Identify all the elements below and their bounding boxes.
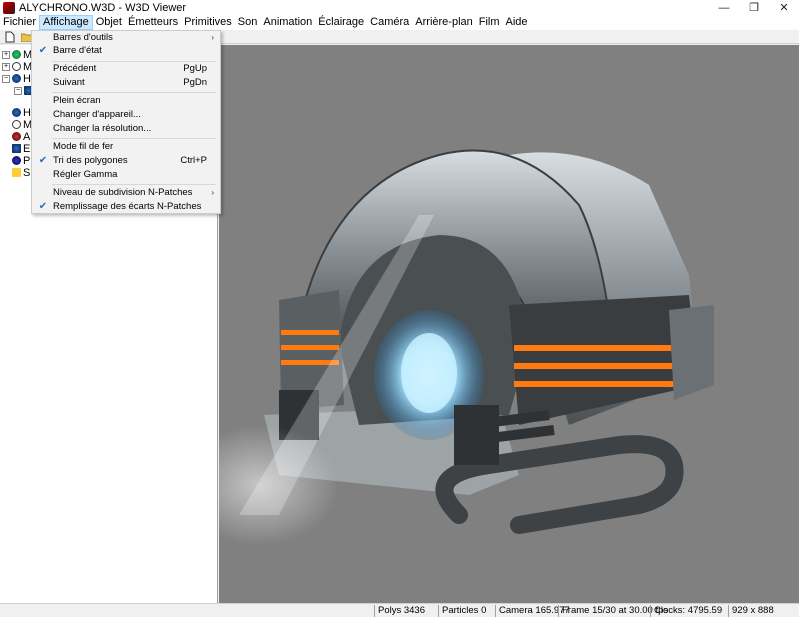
- menu-item-barre-etat[interactable]: ✔ Barre d'état: [32, 44, 220, 57]
- menu-item-label: Tri des polygones: [53, 155, 128, 166]
- menu-emetteurs[interactable]: Émetteurs: [125, 15, 181, 30]
- menu-item-label: Plein écran: [53, 95, 101, 106]
- expand-icon[interactable]: +: [2, 50, 10, 59]
- status-polys: Polys 3436: [374, 605, 440, 617]
- tree-item-label: P: [23, 154, 31, 167]
- checkmark-icon: ✔: [38, 45, 48, 56]
- menu-animation[interactable]: Animation: [260, 15, 315, 30]
- chrono-sphere-model: [219, 149, 714, 545]
- status-particles: Particles 0: [438, 605, 496, 617]
- menu-item-fil-de-fer[interactable]: Mode fil de fer: [32, 140, 220, 153]
- expand-icon[interactable]: +: [2, 62, 10, 71]
- menu-objet[interactable]: Objet: [93, 15, 125, 30]
- mesh-icon: [12, 50, 21, 59]
- menu-arriere-plan[interactable]: Arrière-plan: [412, 15, 475, 30]
- menu-son[interactable]: Son: [235, 15, 261, 30]
- collapse-icon[interactable]: −: [2, 74, 10, 83]
- title-bar: ALYCHRONO.W3D - W3D Viewer — ❐ ✕: [0, 0, 799, 15]
- minimize-button[interactable]: —: [709, 0, 739, 15]
- tree-item[interactable]: − H: [2, 72, 31, 85]
- menu-primitives[interactable]: Primitives: [181, 15, 235, 30]
- tree-item[interactable]: M: [12, 119, 32, 131]
- checkmark-icon: ✔: [38, 155, 48, 166]
- menu-item-label: Changer la résolution...: [53, 123, 152, 134]
- animation-icon: [12, 132, 21, 141]
- status-resolution: 929 x 888: [728, 605, 798, 617]
- tree-item-label: A: [23, 130, 31, 143]
- app-icon: [3, 1, 15, 14]
- hierarchy-icon: [12, 74, 21, 83]
- menu-item-label: Mode fil de fer: [53, 141, 114, 152]
- menu-item-niveau-subdivision[interactable]: Niveau de subdivision N-Patches ›: [32, 186, 220, 199]
- checkmark-icon: ✔: [38, 201, 48, 212]
- material-icon: [12, 62, 21, 71]
- shortcut-label: Ctrl+P: [180, 155, 207, 166]
- status-frame: Frame 15/30 at 30.00 fps: [558, 605, 668, 617]
- tree-item[interactable]: S: [12, 166, 31, 179]
- menu-separator: [52, 138, 216, 139]
- tree-item[interactable]: + M: [2, 49, 32, 61]
- submenu-arrow-icon: ›: [211, 188, 214, 197]
- menu-item-plein-ecran[interactable]: Plein écran: [32, 94, 220, 107]
- emitter-icon: [12, 144, 21, 153]
- menu-item-tri-polygones[interactable]: ✔ Tri des polygones Ctrl+P: [32, 154, 220, 167]
- menu-item-label: Niveau de subdivision N-Patches: [53, 187, 193, 198]
- menu-item-changer-resolution[interactable]: Changer la résolution...: [32, 122, 220, 135]
- tree-item-label: E: [23, 142, 31, 155]
- menu-aide[interactable]: Aide: [503, 15, 531, 30]
- menu-item-suivant[interactable]: Suivant PgDn: [32, 76, 220, 89]
- status-clocks: Clocks: 4795.59: [650, 605, 728, 617]
- tree-item[interactable]: P: [12, 154, 31, 167]
- menu-item-label: Barres d'outils: [53, 32, 113, 43]
- hierarchy-icon: [12, 108, 21, 117]
- menu-item-label: Suivant: [53, 77, 85, 88]
- menu-separator: [52, 92, 216, 93]
- tree-item-label: S: [23, 166, 31, 179]
- menu-item-changer-appareil[interactable]: Changer d'appareil...: [32, 108, 220, 121]
- window-controls: — ❐ ✕: [709, 0, 799, 15]
- maximize-button[interactable]: ❐: [739, 0, 769, 15]
- menu-item-precedent[interactable]: Précédent PgUp: [32, 62, 220, 75]
- menu-item-label: Changer d'appareil...: [53, 109, 141, 120]
- window-title: ALYCHRONO.W3D - W3D Viewer: [19, 1, 187, 14]
- tree-item-label: H: [23, 106, 31, 119]
- menu-camera[interactable]: Caméra: [367, 15, 412, 30]
- menu-fichier[interactable]: Fichier: [0, 15, 39, 30]
- menu-item-regler-gamma[interactable]: Régler Gamma: [32, 168, 220, 181]
- tree-item[interactable]: E: [12, 142, 31, 155]
- menu-item-label: Remplissage des écarts N-Patches: [53, 201, 202, 212]
- tree-item[interactable]: A: [12, 130, 31, 143]
- primitive-icon: [12, 156, 21, 165]
- new-file-icon[interactable]: [3, 30, 17, 43]
- tree-item[interactable]: + M: [2, 61, 32, 73]
- menu-bar: Fichier Affichage Objet Émetteurs Primit…: [0, 15, 799, 30]
- shortcut-label: PgUp: [183, 63, 207, 74]
- status-camera: Camera 165.977: [495, 605, 570, 617]
- menu-eclairage[interactable]: Éclairage: [315, 15, 367, 30]
- menu-film[interactable]: Film: [476, 15, 503, 30]
- menu-affichage[interactable]: Affichage: [39, 15, 93, 30]
- menu-item-label: Barre d'état: [53, 45, 102, 56]
- submenu-arrow-icon: ›: [211, 33, 214, 42]
- tree-item[interactable]: H: [12, 106, 31, 119]
- menu-item-label: Précédent: [53, 63, 97, 74]
- menu-item-remplissage-ecarts[interactable]: ✔ Remplissage des écarts N-Patches: [32, 200, 220, 213]
- affichage-dropdown-menu: Barres d'outils › ✔ Barre d'état Précéde…: [31, 30, 221, 214]
- status-bar: Polys 3436 Particles 0 Camera 165.977 Fr…: [0, 603, 799, 617]
- sound-icon: [12, 168, 21, 177]
- menu-item-label: Régler Gamma: [53, 169, 118, 180]
- collapse-icon[interactable]: −: [14, 86, 22, 95]
- menu-item-barres-outils[interactable]: Barres d'outils ›: [32, 31, 220, 44]
- tree-item-label: H: [23, 72, 31, 85]
- 3d-viewport[interactable]: [219, 45, 799, 603]
- material-icon: [12, 120, 21, 129]
- menu-separator: [52, 184, 216, 185]
- close-button[interactable]: ✕: [769, 0, 799, 15]
- shortcut-label: PgDn: [183, 77, 207, 88]
